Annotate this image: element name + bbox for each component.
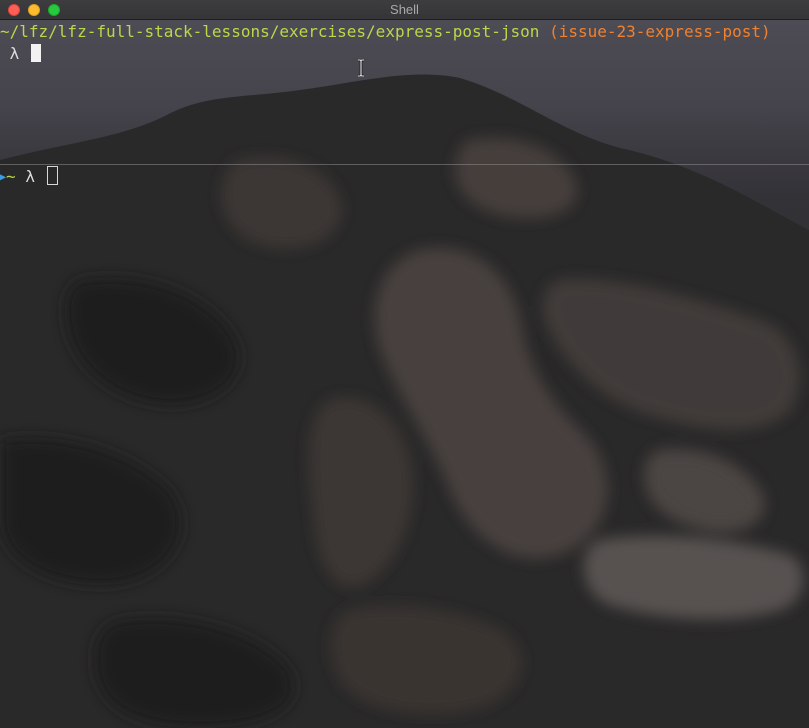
pane-divider[interactable] [0, 164, 809, 165]
window-title: Shell [390, 2, 419, 17]
prompt-symbol: λ [9, 44, 20, 63]
prompt-line-input[interactable]: ▶~ λ [0, 166, 809, 188]
title-bar[interactable]: Shell [0, 0, 809, 20]
git-branch: (issue-23-express-post) [549, 22, 771, 41]
text-cursor [30, 44, 41, 62]
text-cursor-icon [358, 59, 364, 77]
prompt-symbol: λ [25, 167, 35, 186]
working-directory: ~/lfz/lfz-full-stack-lessons/exercises/e… [0, 22, 540, 41]
terminal-pane-bottom[interactable]: ▶~ λ [0, 166, 809, 728]
prompt-line-input[interactable]: λ [0, 43, 809, 65]
terminal-window: Shell ~/lfz/lfz-full-stack-lessons/exerc… [0, 0, 809, 728]
working-directory: ~ [6, 167, 16, 186]
terminal-pane-top[interactable]: ~/lfz/lfz-full-stack-lessons/exercises/e… [0, 21, 809, 164]
text-cursor [46, 166, 58, 185]
prompt-line-path: ~/lfz/lfz-full-stack-lessons/exercises/e… [0, 21, 809, 43]
